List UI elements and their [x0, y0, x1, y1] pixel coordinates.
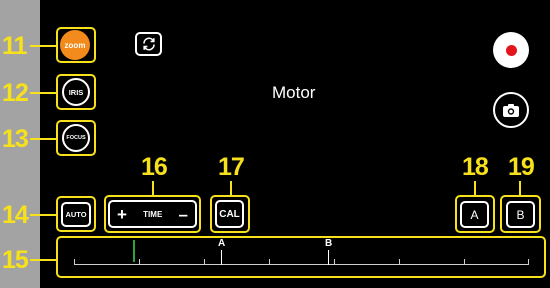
timeline-marker-a[interactable]: A — [218, 238, 226, 266]
callout-17: 17 — [218, 153, 245, 181]
timeline-marker-b[interactable]: B — [325, 238, 333, 266]
sync-button[interactable] — [135, 32, 162, 56]
cal-label: CAL — [219, 208, 240, 220]
sync-icon — [142, 37, 155, 51]
zoom-button[interactable]: zoom — [60, 30, 90, 60]
timeline-tick — [139, 259, 140, 265]
b-label: B — [516, 207, 525, 222]
marker-a-line — [221, 250, 222, 265]
record-button[interactable] — [493, 32, 529, 68]
callout-line-16 — [152, 181, 154, 196]
timeline-tick — [528, 259, 529, 265]
timeline-playhead[interactable] — [133, 240, 135, 262]
callout-19: 19 — [508, 153, 535, 181]
callout-line-17 — [230, 181, 232, 196]
callout-13: 13 — [2, 125, 29, 153]
callout-15: 15 — [2, 246, 29, 274]
callout-line-13 — [30, 138, 56, 140]
focus-label: FOCUS — [66, 135, 86, 141]
timeline-tick — [464, 259, 465, 265]
timeline-baseline — [74, 264, 528, 265]
a-label: A — [470, 207, 479, 222]
timeline-tick — [74, 259, 75, 265]
iris-button[interactable]: IRIS — [62, 78, 90, 106]
timeline-tick — [269, 259, 270, 265]
callout-line-11 — [30, 45, 56, 47]
marker-a-label: A — [218, 238, 226, 249]
time-minus-button[interactable]: – — [179, 206, 188, 223]
callout-line-19 — [519, 181, 521, 196]
callout-16: 16 — [141, 153, 168, 181]
callout-line-12 — [30, 92, 56, 94]
callout-12: 12 — [2, 79, 29, 107]
callout-line-18 — [474, 181, 476, 196]
time-label: TIME — [143, 209, 163, 219]
callout-line-14 — [30, 214, 56, 216]
record-icon — [505, 44, 517, 56]
timeline[interactable]: A B — [60, 238, 542, 274]
auto-label: AUTO — [65, 210, 87, 219]
camera-icon — [503, 103, 519, 117]
callout-11: 11 — [2, 32, 27, 60]
callout-line-15 — [30, 259, 56, 261]
timeline-tick — [334, 259, 335, 265]
page-title: Motor — [272, 83, 316, 102]
camera-button[interactable] — [493, 92, 529, 128]
cal-button[interactable]: CAL — [215, 200, 244, 228]
focus-button[interactable]: FOCUS — [62, 124, 90, 152]
timeline-tick — [204, 259, 205, 265]
time-control: + TIME – — [108, 200, 197, 228]
time-plus-button[interactable]: + — [117, 206, 127, 223]
timeline-tick — [399, 259, 400, 265]
marker-b-line — [328, 250, 329, 265]
zoom-label: zoom — [64, 40, 86, 50]
iris-label: IRIS — [68, 87, 84, 97]
set-b-button[interactable]: B — [506, 201, 535, 228]
marker-b-label: B — [325, 238, 333, 249]
callout-14: 14 — [2, 201, 29, 229]
set-a-button[interactable]: A — [460, 201, 489, 228]
callout-18: 18 — [462, 153, 489, 181]
auto-button[interactable]: AUTO — [61, 202, 91, 227]
